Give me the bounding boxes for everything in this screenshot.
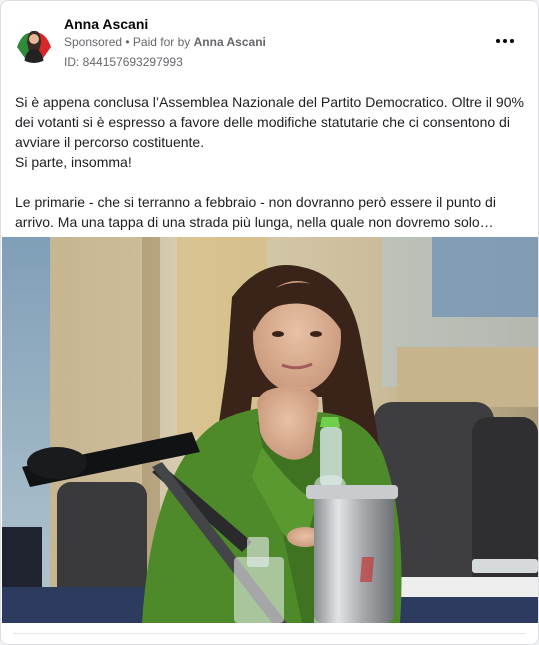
author-name[interactable]: Anna Ascani <box>64 16 148 32</box>
footer-divider <box>13 633 526 634</box>
post-paragraph: Si è appena conclusa l’Assemblea Naziona… <box>15 94 524 170</box>
paid-for-prefix: Paid for by <box>132 35 194 49</box>
profile-avatar[interactable] <box>13 21 55 63</box>
more-dot <box>510 39 514 43</box>
avatar-image <box>13 21 55 63</box>
more-dot <box>496 39 500 43</box>
sponsored-post-card: Anna Ascani Sponsored • Paid for by Anna… <box>0 0 539 645</box>
post-paragraph: Le primarie - che si terranno a febbraio… <box>15 194 500 230</box>
sponsor-line: Sponsored • Paid for by Anna Ascani <box>64 35 266 49</box>
post-photo-image <box>2 237 538 623</box>
meta-separator: • <box>122 35 133 49</box>
post-photo[interactable] <box>2 237 538 623</box>
ad-id: ID: 844157693297993 <box>64 55 183 69</box>
paid-for-name[interactable]: Anna Ascani <box>194 35 266 49</box>
sponsored-label: Sponsored <box>64 35 123 49</box>
post-text: Si è appena conclusa l’Assemblea Naziona… <box>15 92 530 232</box>
more-options-icon[interactable] <box>495 31 521 51</box>
more-dot <box>503 39 507 43</box>
